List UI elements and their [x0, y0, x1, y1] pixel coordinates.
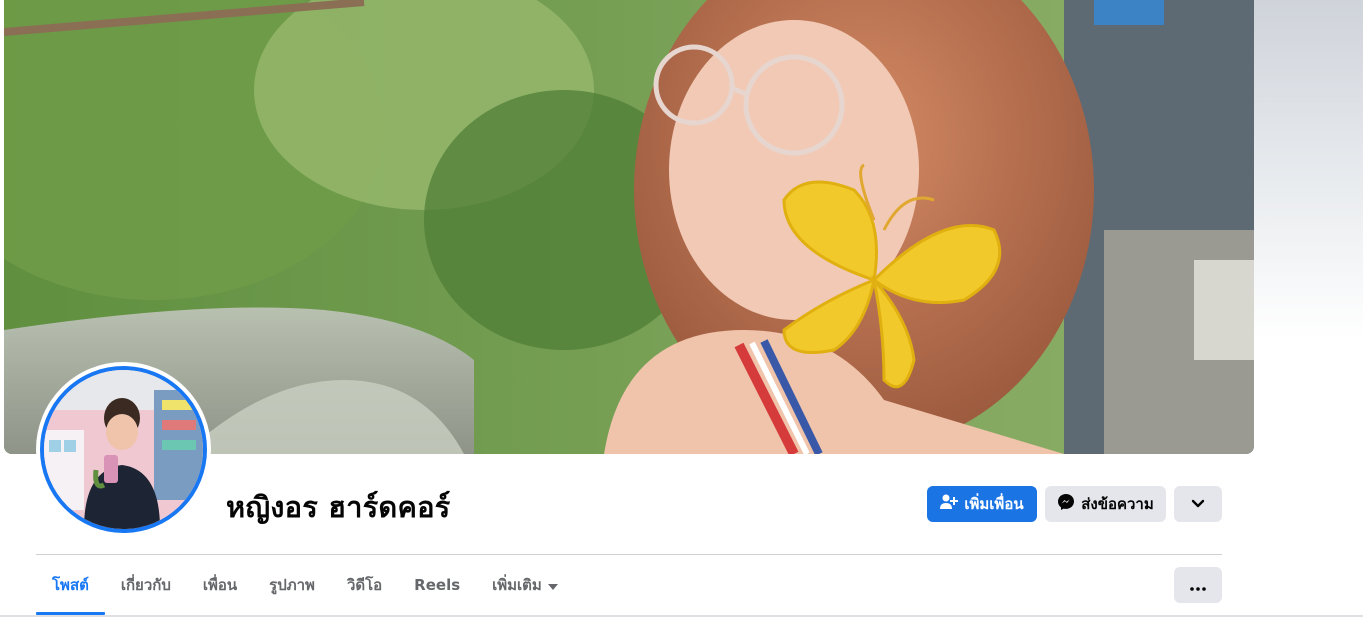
cover-photo[interactable]	[4, 0, 1254, 454]
caret-down-icon	[547, 576, 558, 594]
cover-photo-image	[4, 0, 1254, 454]
background-fade	[1254, 0, 1363, 340]
header-divider	[36, 554, 1222, 555]
tab-label: เกี่ยวกับ	[120, 576, 171, 594]
tab-posts[interactable]: โพสต์	[36, 565, 105, 615]
message-label: ส่งข้อความ	[1081, 495, 1154, 513]
tab-photos[interactable]: รูปภาพ	[253, 565, 331, 605]
profile-page: หญิงอร ฮาร์ดคอร์ เพิ่มเพื่อน ส่งข้อความ	[0, 0, 1363, 617]
tab-more[interactable]: เพิ่มเติม	[476, 565, 574, 605]
tab-about[interactable]: เกี่ยวกับ	[105, 565, 187, 605]
tab-label: โพสต์	[52, 576, 89, 594]
tab-label: วิดีโอ	[346, 576, 383, 594]
message-button[interactable]: ส่งข้อความ	[1045, 486, 1166, 522]
tab-reels[interactable]: Reels	[398, 565, 476, 605]
add-friend-button[interactable]: เพิ่มเพื่อน	[927, 486, 1037, 522]
add-friend-label: เพิ่มเพื่อน	[964, 495, 1024, 513]
avatar-image	[40, 366, 207, 533]
tab-label: Reels	[414, 576, 461, 594]
tab-label: รูปภาพ	[269, 576, 315, 594]
tab-label: เพิ่มเติม	[492, 576, 542, 594]
ellipsis-icon	[1190, 576, 1206, 595]
messenger-icon	[1057, 493, 1075, 515]
profile-tabs: โพสต์ เกี่ยวกับ เพื่อน รูปภาพ วิดีโอ Ree…	[36, 565, 574, 615]
tab-videos[interactable]: วิดีโอ	[331, 565, 398, 605]
tab-label: เพื่อน	[202, 576, 238, 594]
profile-avatar[interactable]	[36, 362, 211, 537]
chevron-down-icon	[1191, 495, 1205, 513]
more-actions-button[interactable]	[1174, 486, 1222, 522]
person-plus-icon	[940, 494, 959, 514]
tab-friends[interactable]: เพื่อน	[187, 565, 253, 605]
options-button[interactable]	[1174, 567, 1222, 603]
profile-name: หญิงอร ฮาร์ดคอร์	[226, 490, 451, 524]
